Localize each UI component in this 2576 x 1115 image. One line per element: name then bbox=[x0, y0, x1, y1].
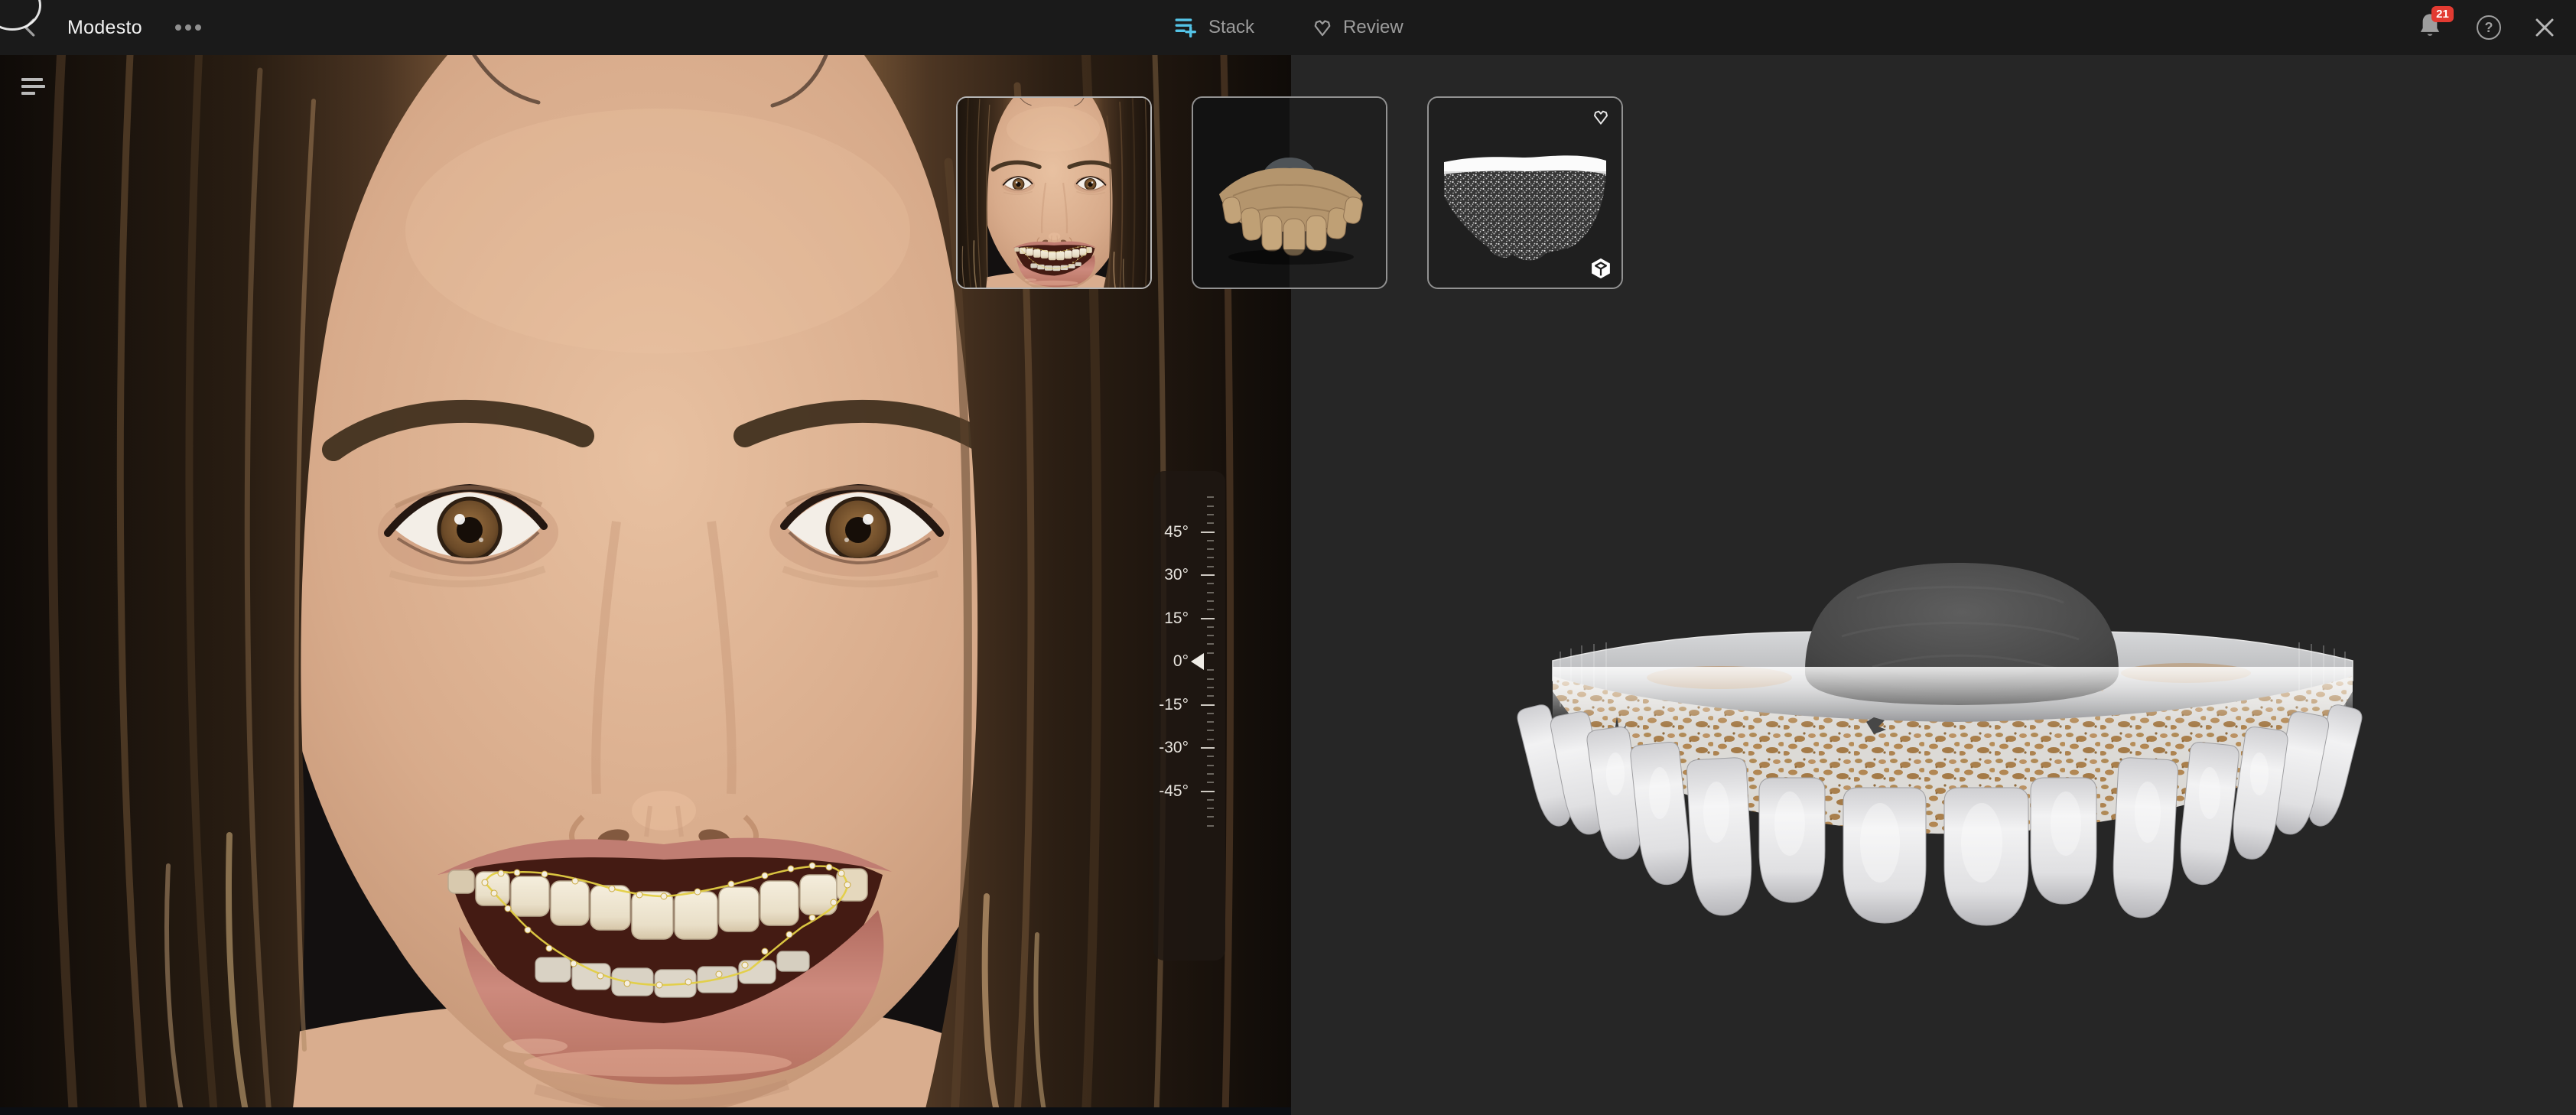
thumbnail-strip bbox=[956, 96, 1623, 289]
angle-ruler[interactable]: 45° 30° 15° 0° -15° -30° -45° bbox=[1153, 471, 1225, 961]
ruler-minor-tick bbox=[1207, 782, 1214, 783]
ruler-minor-tick bbox=[1207, 695, 1214, 697]
ruler-minor-tick bbox=[1207, 609, 1214, 610]
ruler-label: 0° bbox=[1173, 652, 1189, 671]
ruler-minor-tick bbox=[1207, 496, 1214, 498]
ruler-minor-tick bbox=[1207, 730, 1214, 731]
ruler-minor-tick bbox=[1207, 522, 1214, 524]
ruler-minor-tick bbox=[1207, 721, 1214, 723]
ruler-major-tick bbox=[1201, 531, 1215, 533]
ruler-label: 45° bbox=[1164, 523, 1189, 541]
ruler-minor-tick bbox=[1207, 669, 1214, 671]
ruler-minor-tick bbox=[1207, 678, 1214, 680]
bottom-edge-strip bbox=[0, 1107, 1291, 1115]
ruler-minor-tick bbox=[1207, 548, 1214, 550]
ruler-minor-tick bbox=[1207, 505, 1214, 507]
help-button[interactable]: ? bbox=[2477, 15, 2501, 40]
ruler-minor-tick bbox=[1207, 626, 1214, 628]
menu-lines-icon bbox=[21, 78, 43, 81]
top-bar: Modesto Stack Review bbox=[0, 0, 2576, 55]
close-button[interactable] bbox=[2533, 16, 2556, 39]
review-button[interactable]: Review bbox=[1306, 15, 1408, 40]
model-thumbnail-image bbox=[1193, 98, 1386, 288]
top-bar-center: Stack Review bbox=[1169, 0, 1408, 55]
ruler-minor-tick bbox=[1207, 739, 1214, 740]
ruler-minor-tick bbox=[1207, 765, 1214, 766]
ruler-pointer-icon[interactable] bbox=[1191, 653, 1204, 670]
close-icon bbox=[2533, 16, 2556, 39]
ruler-minor-tick bbox=[1207, 540, 1214, 541]
ruler-minor-tick bbox=[1207, 773, 1214, 775]
ruler-minor-tick bbox=[1207, 808, 1214, 809]
thumbnail-scan[interactable] bbox=[1427, 96, 1623, 289]
cube-3d-icon bbox=[1589, 257, 1612, 280]
menu-button[interactable] bbox=[17, 76, 47, 99]
ruler-major-tick bbox=[1201, 747, 1215, 749]
favorite-button[interactable] bbox=[1591, 107, 1611, 127]
ruler-minor-tick bbox=[1207, 756, 1214, 757]
stack-label: Stack bbox=[1208, 17, 1254, 38]
ruler-minor-tick bbox=[1207, 643, 1214, 645]
ruler-minor-tick bbox=[1207, 600, 1214, 602]
ruler-label: -15° bbox=[1159, 696, 1189, 714]
ruler-minor-tick bbox=[1207, 566, 1214, 567]
ruler-minor-tick bbox=[1207, 825, 1214, 827]
ruler-minor-tick bbox=[1207, 687, 1214, 688]
notification-badge: 21 bbox=[2431, 6, 2454, 22]
ruler-major-tick bbox=[1201, 574, 1215, 576]
ruler-label: -45° bbox=[1159, 782, 1189, 801]
ruler-minor-tick bbox=[1207, 583, 1214, 584]
view-3d-button[interactable] bbox=[1589, 257, 1612, 280]
ruler-minor-tick bbox=[1207, 592, 1214, 593]
thumbnail-photo[interactable] bbox=[956, 96, 1152, 289]
back-button[interactable] bbox=[14, 11, 47, 44]
thumbnail-model[interactable] bbox=[1192, 96, 1387, 289]
stack-button[interactable]: Stack bbox=[1169, 14, 1259, 41]
ruler-major-tick bbox=[1201, 618, 1215, 619]
photo-thumbnail-image bbox=[958, 98, 1150, 288]
notifications-button[interactable]: 21 bbox=[2415, 11, 2444, 44]
ruler-major-tick bbox=[1201, 704, 1215, 706]
ruler-major-tick bbox=[1201, 791, 1215, 792]
bell-icon: 21 bbox=[2415, 11, 2444, 44]
ruler-label: -30° bbox=[1159, 739, 1189, 757]
review-label: Review bbox=[1343, 17, 1403, 38]
chevron-left-icon bbox=[19, 16, 42, 39]
more-menu-button[interactable] bbox=[170, 11, 207, 44]
heart-outline-icon bbox=[1311, 16, 1334, 39]
ruler-label: 15° bbox=[1164, 610, 1189, 628]
ruler-minor-tick bbox=[1207, 799, 1214, 801]
ruler-minor-tick bbox=[1207, 713, 1214, 714]
page-title: Modesto bbox=[67, 17, 142, 39]
app-window: Modesto Stack Review bbox=[0, 0, 2576, 1115]
question-circle-icon: ? bbox=[2477, 15, 2501, 40]
ruler-minor-tick bbox=[1207, 635, 1214, 636]
ruler-label: 30° bbox=[1164, 566, 1189, 584]
ruler-minor-tick bbox=[1207, 514, 1214, 515]
heart-outline-icon bbox=[1591, 107, 1611, 127]
ruler-minor-tick bbox=[1207, 816, 1214, 818]
ellipsis-icon bbox=[174, 24, 202, 31]
top-bar-right: 21 ? bbox=[2415, 0, 2556, 55]
ruler-minor-tick bbox=[1207, 652, 1214, 654]
playlist-add-icon bbox=[1173, 15, 1199, 41]
ruler-minor-tick bbox=[1207, 557, 1214, 558]
